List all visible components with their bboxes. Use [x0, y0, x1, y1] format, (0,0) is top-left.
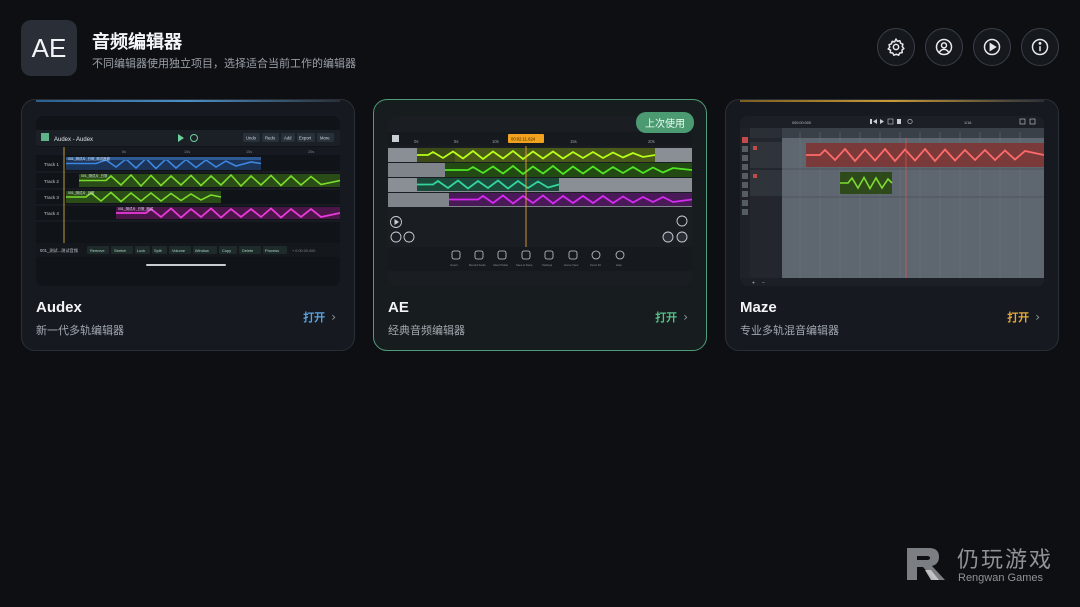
- editor-card-maze[interactable]: 000:00:000 1/16 + − Maze 专业多轨混音编辑器 打开 ›: [725, 99, 1059, 351]
- svg-text:001_测试片_日常_测试音频: 001_测试片_日常_测试音频: [68, 156, 110, 161]
- svg-text:20s: 20s: [648, 139, 655, 144]
- rengwan-logo-icon: [907, 548, 945, 580]
- svg-text:Track 3: Track 3: [44, 195, 59, 200]
- svg-text:+: +: [752, 281, 755, 287]
- svg-text:Copy: Copy: [222, 248, 231, 253]
- svg-text:Track 1: Track 1: [44, 162, 59, 167]
- svg-text:001_测试片_日常: 001_测试片_日常: [81, 173, 108, 178]
- home-icon: [392, 135, 399, 142]
- play-button[interactable]: [973, 28, 1011, 66]
- chevron-right-icon: ›: [1035, 310, 1040, 324]
- svg-text:Help: Help: [616, 263, 622, 267]
- last-used-badge: 上次使用: [636, 112, 694, 133]
- svg-text:Stretch: Stretch: [114, 248, 126, 253]
- settings-button[interactable]: [877, 28, 915, 66]
- open-audex-button[interactable]: 打开 ›: [303, 309, 336, 325]
- svg-text:Delete: Delete: [242, 248, 253, 253]
- svg-text:15s: 15s: [246, 150, 252, 154]
- svg-text:More: More: [320, 136, 330, 141]
- app-logo: AE: [21, 20, 77, 76]
- top-actions: [877, 28, 1059, 66]
- svg-text:15s: 15s: [570, 139, 577, 144]
- svg-text:Process: Process: [265, 248, 279, 253]
- svg-text:Save & Done: Save & Done: [516, 263, 533, 267]
- svg-text:Split: Split: [154, 248, 162, 253]
- home-icon: [41, 133, 49, 141]
- card-description: 专业多轨混音编辑器: [740, 324, 839, 337]
- collapse-icon: [662, 231, 674, 243]
- svg-text:Remove: Remove: [90, 248, 105, 253]
- svg-text:0s: 0s: [414, 139, 418, 144]
- info-button[interactable]: [1021, 28, 1059, 66]
- svg-text:1/16: 1/16: [964, 121, 971, 125]
- open-maze-button[interactable]: 打开 ›: [1007, 309, 1040, 325]
- watermark-cn: 仍玩游戏: [957, 548, 1054, 573]
- open-label: 打开: [655, 311, 678, 324]
- svg-text:10s: 10s: [184, 150, 190, 154]
- ae-preview: 0s 5s 10s 15s 20s 00:02:11.624 Import Re…: [388, 116, 692, 286]
- card-description: 经典音频编辑器: [388, 324, 465, 337]
- svg-text:Zoom Fit: Zoom Fit: [590, 263, 601, 267]
- svg-text:Settings: Settings: [542, 263, 553, 267]
- chevron-right-icon: ›: [683, 310, 688, 324]
- svg-text:Home View: Home View: [564, 263, 579, 267]
- svg-text:001_测试...测试音频: 001_测试...测试音频: [40, 247, 79, 254]
- info-icon: [1031, 38, 1049, 56]
- page-title: 音频编辑器: [92, 32, 182, 53]
- svg-text:Add: Add: [284, 136, 292, 141]
- expand-icon: [676, 231, 688, 243]
- open-label: 打开: [303, 311, 326, 324]
- card-accent: [36, 100, 340, 102]
- svg-text:5s: 5s: [454, 139, 458, 144]
- svg-text:Export: Export: [299, 136, 312, 141]
- svg-text:001_测试片_日常_测试: 001_测试片_日常_测试: [118, 206, 154, 211]
- card-name: AE: [388, 299, 409, 316]
- audex-title: Audex - Audex: [54, 137, 93, 143]
- svg-text:−: −: [762, 281, 765, 287]
- svg-text:5s: 5s: [122, 150, 126, 154]
- svg-text:Undo: Undo: [246, 136, 257, 141]
- svg-text:10s: 10s: [492, 139, 499, 144]
- editor-card-ae[interactable]: 上次使用 0s 5s 10s 15s 20s 00:02:11.624 Impo…: [373, 99, 707, 351]
- svg-text:Window: Window: [195, 248, 209, 253]
- chevron-right-icon: ›: [331, 310, 336, 324]
- account-button[interactable]: [925, 28, 963, 66]
- svg-text:20s: 20s: [308, 150, 314, 154]
- svg-text:Import: Import: [450, 263, 458, 267]
- watermark-en: Rengwan Games: [958, 572, 1043, 584]
- card-name: Maze: [740, 299, 777, 316]
- svg-text:Lock: Lock: [137, 248, 145, 253]
- card-accent: [740, 100, 1044, 102]
- open-ae-button[interactable]: 打开 ›: [655, 309, 688, 325]
- svg-text:001_测试片_日常: 001_测试片_日常: [68, 190, 95, 195]
- svg-text:00:02:11.624: 00:02:11.624: [511, 137, 536, 142]
- gear-icon: [887, 38, 905, 56]
- svg-text:Volume: Volume: [172, 248, 185, 253]
- card-description: 新一代多轨编辑器: [36, 324, 124, 337]
- maze-preview: 000:00:000 1/16 + −: [740, 116, 1044, 286]
- svg-text:Record Audio: Record Audio: [469, 263, 486, 267]
- audex-preview: Audex - Audex Undo Redo Add Export More …: [36, 116, 340, 286]
- svg-text:Track 2: Track 2: [44, 179, 59, 184]
- play-circle-icon: [983, 38, 1001, 56]
- card-name: Audex: [36, 299, 82, 316]
- account-icon: [935, 38, 953, 56]
- svg-text:Clear Picker: Clear Picker: [493, 263, 508, 267]
- svg-text:+ 0:00:00.000: + 0:00:00.000: [292, 249, 315, 253]
- svg-text:Track 4: Track 4: [44, 211, 59, 216]
- svg-text:Redo: Redo: [265, 136, 276, 141]
- open-label: 打开: [1007, 311, 1030, 324]
- editor-card-audex[interactable]: Audex - Audex Undo Redo Add Export More …: [21, 99, 355, 351]
- svg-text:000:00:000: 000:00:000: [792, 121, 811, 125]
- page-subtitle: 不同编辑器使用独立项目，选择适合当前工作的编辑器: [92, 57, 356, 70]
